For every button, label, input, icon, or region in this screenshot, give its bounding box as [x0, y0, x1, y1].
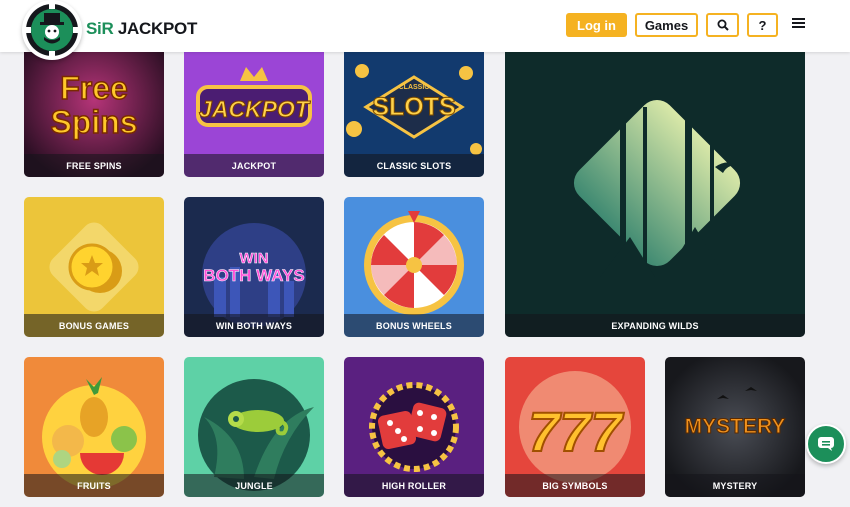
- login-button[interactable]: Log in: [566, 13, 627, 37]
- tile-mystery[interactable]: MYSTERY MYSTERY: [665, 357, 805, 497]
- tile-caption: WIN BOTH WAYS: [184, 314, 324, 337]
- top-header: SiR JACKPOT Log in Games ?: [0, 0, 850, 52]
- both-ways-art-text: BOTH WAYS: [203, 266, 304, 285]
- classic-art-text: CLASSIC: [399, 84, 430, 91]
- tile-classic-slots[interactable]: CLASSIC SLOTS CLASSIC SLOTS: [344, 37, 484, 177]
- mystery-art-text: MYSTERY: [685, 415, 786, 438]
- slots-art-text: SLOTS: [372, 93, 455, 121]
- tile-jungle[interactable]: JUNGLE: [184, 357, 324, 497]
- tile-high-roller[interactable]: HIGH ROLLER: [344, 357, 484, 497]
- jackpot-art-text: JACKPOT: [199, 96, 311, 122]
- tile-win-both-ways[interactable]: WIN BOTH WAYS WIN BOTH WAYS: [184, 197, 324, 337]
- tile-fruits[interactable]: FRUITS: [24, 357, 164, 497]
- tile-caption: JACKPOT: [184, 154, 324, 177]
- search-button[interactable]: [706, 13, 739, 37]
- tile-caption: FREE SPINS: [24, 154, 164, 177]
- tile-caption: HIGH ROLLER: [344, 474, 484, 497]
- tile-caption: MYSTERY: [665, 474, 805, 497]
- games-button[interactable]: Games: [635, 13, 698, 37]
- tile-bonus-wheels[interactable]: BONUS WHEELS: [344, 197, 484, 337]
- expanding-wilds-art: [505, 37, 805, 337]
- tile-caption: JUNGLE: [184, 474, 324, 497]
- tile-caption: EXPANDING WILDS: [505, 314, 805, 337]
- 777-art-text: 777: [528, 400, 624, 463]
- sir-jackpot-logo-icon: [26, 4, 78, 56]
- logo-name: JACKPOT: [117, 19, 198, 38]
- win-art-text: WIN: [239, 250, 268, 267]
- search-icon: [717, 19, 729, 31]
- tile-caption: BONUS GAMES: [24, 314, 164, 337]
- logo-prefix: SiR: [86, 19, 114, 38]
- tile-caption: FRUITS: [24, 474, 164, 497]
- logo-badge[interactable]: [22, 0, 82, 60]
- tile-caption: BIG SYMBOLS: [505, 474, 645, 497]
- tile-expanding-wilds[interactable]: EXPANDING WILDS: [505, 37, 805, 337]
- tile-caption: CLASSIC SLOTS: [344, 154, 484, 177]
- chat-button[interactable]: [806, 424, 846, 464]
- tile-jackpot[interactable]: JACKPOT JACKPOT: [184, 37, 324, 177]
- help-button[interactable]: ?: [747, 13, 778, 37]
- tile-big-symbols[interactable]: 777 BIG SYMBOLS: [505, 357, 645, 497]
- spins-art-text: Spins: [50, 104, 137, 140]
- hamburger-menu-icon[interactable]: [792, 18, 805, 28]
- free-art-text: Free: [60, 70, 128, 106]
- tile-bonus-games[interactable]: BONUS GAMES: [24, 197, 164, 337]
- chat-icon: [818, 437, 834, 451]
- tile-caption: BONUS WHEELS: [344, 314, 484, 337]
- logo-text[interactable]: SiR JACKPOT: [86, 19, 197, 39]
